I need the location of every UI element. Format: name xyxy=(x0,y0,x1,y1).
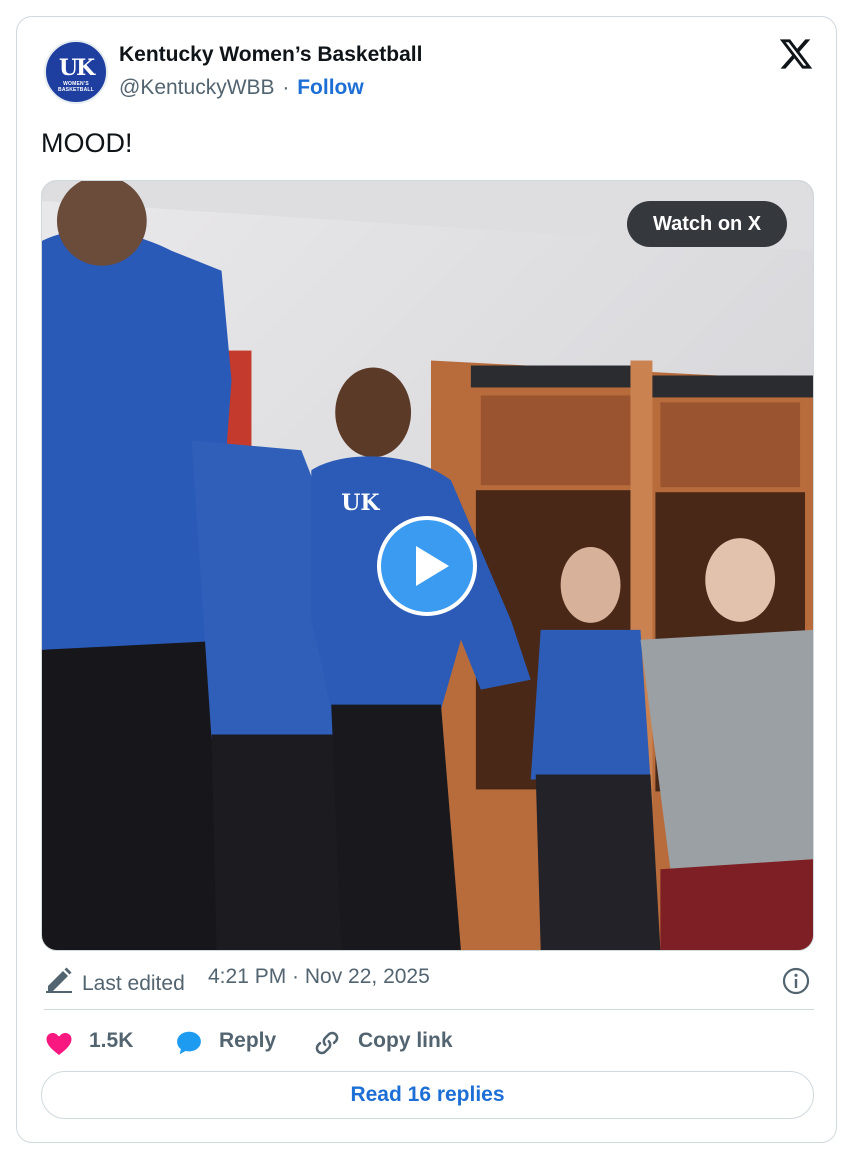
play-button[interactable] xyxy=(377,516,477,616)
account-name[interactable]: Kentucky Women’s Basketball xyxy=(119,43,422,67)
last-edited-label[interactable]: Last edited xyxy=(82,972,185,996)
video-player[interactable]: UK Watch on X xyxy=(41,180,814,951)
edit-pencil-icon xyxy=(46,967,72,993)
tweet-text: MOOD! xyxy=(41,128,133,158)
play-icon xyxy=(416,546,449,586)
link-icon xyxy=(315,1031,339,1055)
avatar-logo: UK xyxy=(58,55,95,81)
info-icon[interactable] xyxy=(781,966,811,996)
copy-link-button[interactable]: Copy link xyxy=(312,1024,462,1060)
reply-label: Reply xyxy=(219,1029,277,1052)
x-logo-icon[interactable] xyxy=(778,36,814,72)
reply-button[interactable]: Reply xyxy=(174,1024,284,1060)
separator: · xyxy=(282,76,290,99)
divider xyxy=(44,1009,814,1010)
svg-text:UK: UK xyxy=(341,490,380,516)
reply-bubble-icon xyxy=(177,1031,201,1055)
copy-link-label: Copy link xyxy=(358,1029,453,1052)
like-count: 1.5K xyxy=(89,1029,134,1052)
action-bar: 1.5K Reply Copy link xyxy=(44,1024,814,1060)
follow-link[interactable]: Follow xyxy=(297,76,364,99)
account-handle[interactable]: @KentuckyWBB xyxy=(119,76,275,99)
timestamp[interactable]: 4:21 PM · Nov 22, 2025 xyxy=(208,965,430,989)
like-button[interactable]: 1.5K xyxy=(44,1024,144,1060)
avatar-subtext: WOMEN’S BASKETBALL xyxy=(58,81,94,93)
read-replies-button[interactable]: Read 16 replies xyxy=(41,1071,814,1119)
heart-icon xyxy=(46,1033,72,1055)
watch-on-x-button[interactable]: Watch on X xyxy=(627,201,788,247)
handle-row: @KentuckyWBB · Follow xyxy=(119,76,364,100)
tweet-meta: Last edited 4:21 PM · Nov 22, 2025 xyxy=(44,962,814,998)
avatar[interactable]: UK WOMEN’S BASKETBALL xyxy=(44,40,108,104)
